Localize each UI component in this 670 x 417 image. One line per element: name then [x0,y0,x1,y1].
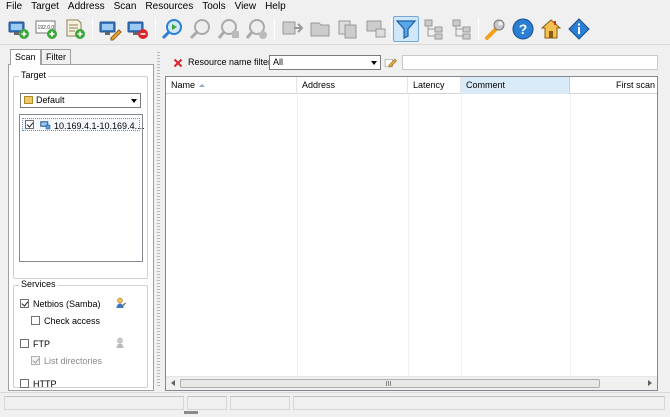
resource-filter-select[interactable]: All [269,55,381,70]
stop-scan-disabled-icon[interactable] [244,16,270,42]
menu-resources[interactable]: Resources [145,0,193,14]
chevron-down-icon [131,99,137,103]
target-group-label: Target [19,70,49,80]
scan-tab-body: Target Default 10.169.4.1-10.169.4.... S… [8,64,154,391]
help-icon[interactable]: ? [510,16,536,42]
target-profile-value: Default [36,95,65,105]
left-panel: Scan Filter Target Default 10.169.4.1-10… [8,49,154,391]
services-groupbox: Services Netbios (Samba) Check access FT… [13,279,148,389]
tab-scan[interactable]: Scan [10,49,41,65]
add-list-icon[interactable] [62,16,88,42]
status-cell [293,396,665,410]
column-name-label: Name [171,80,196,90]
netbios-settings-icon[interactable] [115,297,127,311]
column-name[interactable]: Name [166,77,297,94]
home-icon[interactable] [538,16,564,42]
edit-target-icon[interactable] [97,16,123,42]
check-access-checkbox[interactable] [31,316,40,325]
ftp-checkbox[interactable] [20,339,29,348]
remove-target-icon[interactable] [125,16,151,42]
http-label: HTTP [33,379,57,389]
grid-header: Name Address Latency Comment First scan [166,77,657,94]
column-first-scan[interactable]: First scan [570,77,657,94]
target-list[interactable]: 10.169.4.1-10.169.4.... [19,114,145,262]
column-latency[interactable]: Latency [408,77,461,94]
panel-splitter[interactable] [157,52,160,388]
menu-file[interactable]: File [6,0,22,14]
svg-text:?: ? [519,21,528,37]
scan-icon[interactable] [160,16,186,42]
about-icon[interactable] [566,16,592,42]
toolbar: 192.0.0 ? [0,14,670,45]
list-directories-checkbox[interactable] [31,356,40,365]
menu-scan[interactable]: Scan [114,0,137,14]
copy-disabled-icon[interactable] [335,16,361,42]
ftp-label: FTP [33,339,50,349]
menu-help[interactable]: Help [265,0,286,14]
resource-filter-label: Resource name filter [188,57,272,67]
menu-target[interactable]: Target [31,0,59,14]
column-comment[interactable]: Comment [461,77,570,94]
status-cell [4,396,184,410]
target-profile-select[interactable]: Default [20,93,141,108]
target-checkbox[interactable] [25,120,34,129]
http-checkbox[interactable] [20,379,29,388]
add-target-icon[interactable] [6,16,32,42]
settings-wrench-icon[interactable] [482,16,508,42]
right-panel: Resource name filter All Name Address La… [163,49,660,391]
ip-address-icon[interactable]: 192.0.0 [34,16,60,42]
scroll-left-icon[interactable] [171,380,175,386]
target-groupbox: Target Default 10.169.4.1-10.169.4.... [13,70,148,279]
check-access-label: Check access [44,316,101,326]
tree-expand-disabled-icon[interactable] [449,16,475,42]
tree-disabled-icon[interactable] [421,16,447,42]
menu-view[interactable]: View [235,0,257,14]
chevron-down-icon [371,61,377,65]
status-bar [0,392,670,417]
ftp-settings-icon[interactable] [115,337,127,351]
horizontal-scrollbar[interactable] [166,376,657,390]
netbios-checkbox[interactable] [20,299,29,308]
network-icon [39,119,51,133]
resources-grid[interactable]: Name Address Latency Comment First scan [165,76,658,391]
tab-filter[interactable]: Filter [41,49,71,64]
menu-bar: File Target Address Scan Resources Tools… [0,0,670,14]
menu-tools[interactable]: Tools [202,0,225,14]
open-resource-disabled-icon[interactable] [307,16,333,42]
export-disabled-icon[interactable] [279,16,305,42]
status-cell [230,396,290,410]
column-address[interactable]: Address [297,77,408,94]
edit-filter-icon[interactable] [384,56,397,69]
network-disabled-icon[interactable] [363,16,389,42]
list-directories-label: List directories [44,356,103,366]
folder-icon [24,96,33,104]
resource-filter-value: All [273,57,284,67]
status-grip [184,411,198,414]
filter-icon[interactable] [393,16,419,42]
menu-address[interactable]: Address [68,0,105,14]
clear-filter-icon[interactable] [173,58,183,68]
resource-filter-input[interactable] [402,55,658,70]
scan-disabled-icon[interactable] [188,16,214,42]
scrollbar-thumb[interactable] [180,379,600,388]
services-group-label: Services [19,279,58,289]
scan-next-disabled-icon[interactable] [216,16,242,42]
target-range-label: 10.169.4.1-10.169.4.... [54,121,145,131]
list-item[interactable]: 10.169.4.1-10.169.4.... [22,118,145,133]
status-cell [187,396,227,410]
sort-ascending-icon [199,84,206,88]
netbios-label: Netbios (Samba) [33,299,101,309]
scroll-right-icon[interactable] [648,380,652,386]
